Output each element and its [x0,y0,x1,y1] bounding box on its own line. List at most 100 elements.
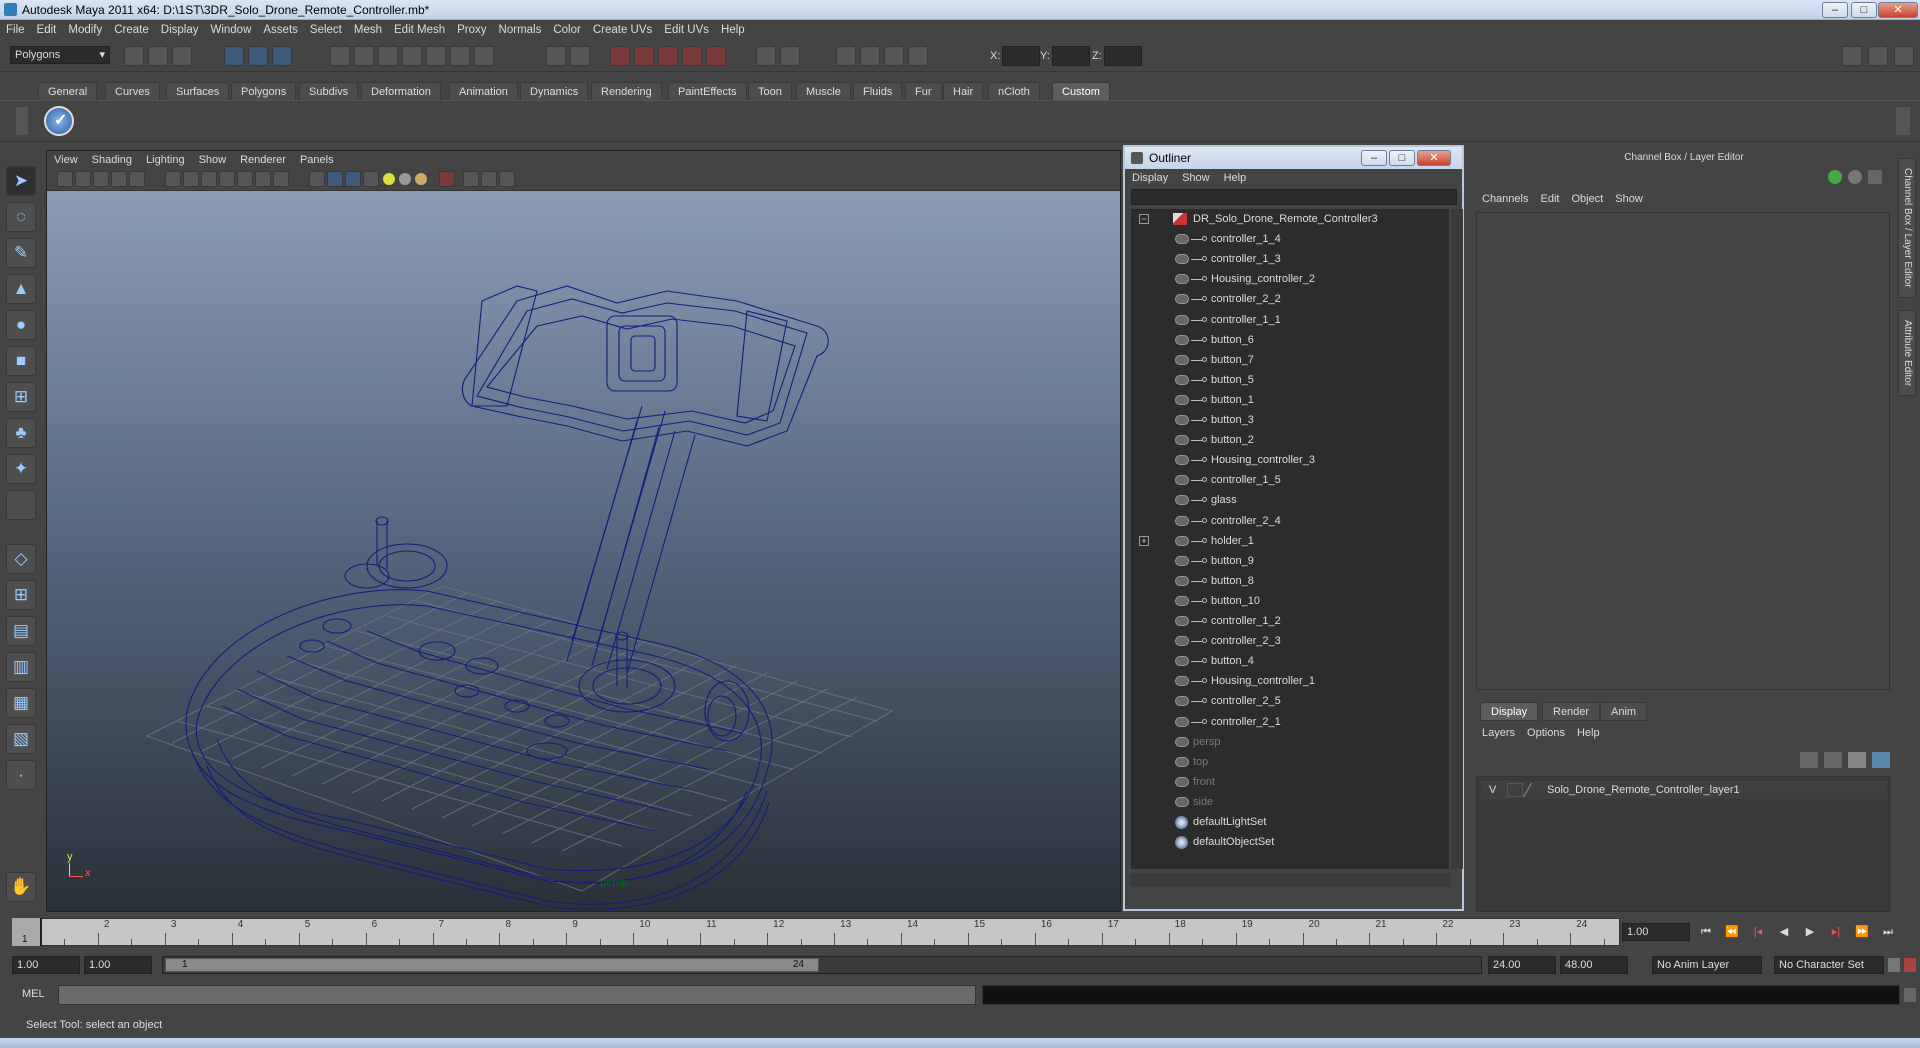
safe-action-icon[interactable] [255,171,271,187]
wireframe-on-shaded-icon[interactable] [345,171,361,187]
layer-tab-display[interactable]: Display [1480,702,1539,721]
go-to-end-icon[interactable]: ⏭ [1878,924,1898,940]
outliner-item-button-2[interactable]: button_2 [1131,430,1449,450]
mel-tool-icon[interactable]: ✋ [6,872,36,902]
z-field[interactable] [1104,46,1142,66]
current-time-marker[interactable]: 1 [12,918,42,946]
menu-edit-uvs[interactable]: Edit UVs [658,20,715,40]
resolution-gate-icon[interactable] [201,171,217,187]
select-tool-icon[interactable]: ➤ [6,166,36,196]
xray-joints-icon[interactable] [481,171,497,187]
menu-file[interactable]: File [0,20,31,40]
custom-shelf-checkmark-icon[interactable]: ✓ [44,106,74,136]
universal-manipulator-icon[interactable]: ⊞ [6,382,36,412]
select-component-icon[interactable] [272,46,292,66]
menu-mesh[interactable]: Mesh [348,20,388,40]
all-lights-icon[interactable] [415,173,427,185]
menu-modify[interactable]: Modify [62,20,108,40]
layer-playback-toggle[interactable] [1507,783,1523,797]
shelf-tab-curves[interactable]: Curves [105,82,160,100]
help-icon[interactable] [474,46,494,66]
outliner-item-defaultlightset[interactable]: defaultLightSet [1131,812,1449,832]
image-plane-icon[interactable] [111,171,127,187]
layer-menu-help[interactable]: Help [1571,724,1606,742]
outliner-item-button-4[interactable]: button_4 [1131,651,1449,671]
y-field[interactable] [1052,46,1090,66]
step-forward-key-icon[interactable]: ⏩ [1852,924,1872,940]
menu-assets[interactable]: Assets [257,20,304,40]
expand-icon[interactable]: + [1139,535,1149,546]
outliner-item-camera-persp[interactable]: persp [1131,732,1449,752]
outliner-item-controller-2-5[interactable]: controller_2_5 [1131,691,1449,711]
outliner-item-defaultobjectset[interactable]: defaultObjectSet [1131,832,1449,852]
outliner-item-holder-1[interactable]: + holder_1 [1131,531,1449,551]
select-hierarchy-icon[interactable] [224,46,244,66]
viewport-menu-show[interactable]: Show [192,151,234,169]
outliner-item-housing-controller-2[interactable]: Housing_controller_2 [1131,269,1449,289]
output-line-icon[interactable] [780,46,800,66]
outliner-item-button-6[interactable]: button_6 [1131,330,1449,350]
field-chart-icon[interactable] [237,171,253,187]
new-layer-icon[interactable] [1800,752,1818,768]
outliner-minimize-button[interactable]: – [1361,150,1387,166]
auto-key-icon[interactable] [1888,958,1900,972]
lasso-tool-icon[interactable]: ◌ [6,202,36,232]
range-slider[interactable]: 1 24 [162,956,1482,974]
command-language-label[interactable]: MEL [22,988,45,1000]
channel-box-menu-edit[interactable]: Edit [1534,190,1565,208]
maximize-button[interactable]: □ [1851,2,1877,18]
outliner-item-button-1[interactable]: button_1 [1131,390,1449,410]
smooth-shade-icon[interactable] [327,171,343,187]
channel-box-tool-icon[interactable] [1828,170,1842,184]
xray-icon[interactable] [463,171,479,187]
rotate-tool-icon[interactable]: ● [6,310,36,340]
channel-box-area[interactable] [1476,212,1890,690]
lock-icon[interactable] [546,46,566,66]
outliner-item-camera-front[interactable]: front [1131,772,1449,792]
animation-preferences-icon[interactable] [1904,958,1916,972]
camera-select-icon[interactable] [57,171,73,187]
outliner-horizontal-scrollbar[interactable] [1131,873,1451,887]
outliner-vertical-scrollbar[interactable] [1451,209,1463,869]
outliner-filter-field[interactable] [1131,189,1457,205]
history-icon[interactable] [450,46,470,66]
new-layer-selected-icon[interactable] [1848,752,1866,768]
step-back-frame-icon[interactable]: |◂ [1748,924,1768,940]
move-to-layer-icon[interactable] [1872,752,1890,768]
outliner-menu-help[interactable]: Help [1217,169,1254,187]
channel-box-side-tab[interactable]: Channel Box / Layer Editor [1898,158,1916,298]
character-set-dropdown[interactable]: No Character Set [1774,956,1884,974]
shelf-tab-general[interactable]: General [38,82,98,100]
snap-point-icon[interactable] [378,46,398,66]
shelf-tab-hair[interactable]: Hair [943,82,984,100]
two-d-pan-icon[interactable] [129,171,145,187]
playback-end-field[interactable]: 24.00 [1488,956,1556,974]
persp-outliner-layout-icon[interactable]: ▤ [6,616,36,646]
attribute-icon[interactable] [1848,170,1862,184]
outliner-close-button[interactable]: ✕ [1417,150,1451,166]
shadows-icon[interactable] [399,173,411,185]
paint-select-tool-icon[interactable]: ✎ [6,238,36,268]
outliner-item-housing-controller-3[interactable]: Housing_controller_3 [1131,450,1449,470]
wireframe-icon[interactable] [309,171,325,187]
shelf-tab-deformation[interactable]: Deformation [361,82,441,100]
outliner-item-controller-1-5[interactable]: controller_1_5 [1131,470,1449,490]
menu-normals[interactable]: Normals [493,20,548,40]
safe-title-icon[interactable] [273,171,289,187]
menu-color[interactable]: Color [547,20,586,40]
open-scene-icon[interactable] [148,46,168,66]
menu-proxy[interactable]: Proxy [451,20,492,40]
outliner-item-button-10[interactable]: button_10 [1131,591,1449,611]
shelf-menu-icon[interactable] [16,107,28,135]
hypershade-layout-icon[interactable]: ▦ [6,688,36,718]
snap-plane-icon[interactable] [402,46,422,66]
outliner-menu-show[interactable]: Show [1175,169,1217,187]
shelf-tab-ncloth[interactable]: nCloth [988,82,1040,100]
viewport-menu-panels[interactable]: Panels [293,151,341,169]
outliner-item-controller-2-3[interactable]: controller_2_3 [1131,631,1449,651]
snap-curve-icon[interactable] [354,46,374,66]
default-lighting-icon[interactable] [383,173,395,185]
shelf-tab-rendering[interactable]: Rendering [591,82,662,100]
custom-layout-icon[interactable]: ▧ [6,724,36,754]
collapse-icon[interactable]: − [1139,214,1149,224]
